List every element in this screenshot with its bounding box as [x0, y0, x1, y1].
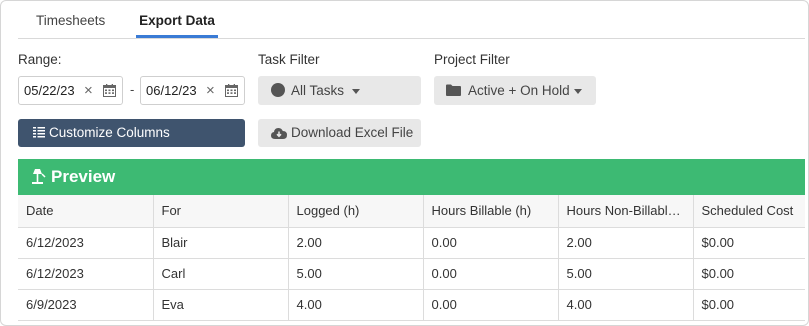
cell-scheduled-cost: $0.00 — [693, 258, 805, 290]
column-header-date[interactable]: Date — [18, 195, 154, 228]
start-date-input[interactable]: 05/22/23 × — [18, 76, 123, 105]
task-filter-value: All Tasks — [291, 83, 345, 98]
task-filter-label: Task Filter — [258, 52, 320, 67]
lamp-icon — [32, 169, 46, 184]
project-filter-dropdown[interactable]: Active + On Hold — [434, 76, 596, 105]
column-header-logged[interactable]: Logged (h) — [288, 195, 424, 228]
download-excel-button[interactable]: Download Excel File — [258, 119, 421, 147]
cell-scheduled-cost: $0.00 — [693, 227, 805, 259]
cloud-download-icon — [271, 128, 287, 139]
tab-timesheets[interactable]: Timesheets — [36, 13, 105, 39]
clear-start-date-icon[interactable]: × — [84, 82, 93, 99]
range-label: Range: — [18, 52, 62, 67]
export-data-panel: Timesheets Export Data Range: Task Filte… — [0, 0, 809, 326]
cell-logged: 5.00 — [288, 258, 424, 290]
cell-for: Carl — [153, 258, 289, 290]
clear-end-date-icon[interactable]: × — [206, 82, 215, 99]
calendar-icon[interactable] — [103, 84, 116, 97]
range-separator: - — [130, 82, 135, 97]
customize-columns-label: Customize Columns — [49, 125, 170, 140]
cell-hours-non-billable: 2.00 — [558, 227, 694, 259]
column-header-for[interactable]: For — [153, 195, 289, 228]
table-row: 6/12/2023 Blair 2.00 0.00 2.00 $0.00 — [18, 227, 805, 259]
end-date-input[interactable]: 06/12/23 × — [140, 76, 245, 105]
table-header-row: Date For Logged (h) Hours Billable (h) H… — [18, 195, 805, 228]
cell-hours-non-billable: 4.00 — [558, 289, 694, 321]
chevron-down-icon — [574, 89, 582, 94]
cell-date: 6/12/2023 — [18, 227, 154, 259]
calendar-icon[interactable] — [225, 84, 238, 97]
customize-columns-button[interactable]: Customize Columns — [18, 119, 245, 147]
preview-table: Date For Logged (h) Hours Billable (h) H… — [18, 195, 805, 321]
download-excel-label: Download Excel File — [291, 125, 414, 140]
cell-hours-non-billable: 5.00 — [558, 258, 694, 290]
folder-icon — [446, 84, 461, 96]
cell-hours-billable: 0.00 — [423, 289, 559, 321]
cell-for: Blair — [153, 227, 289, 259]
tab-bar: Timesheets Export Data — [18, 1, 805, 39]
task-filter-dropdown[interactable]: All Tasks — [258, 76, 421, 105]
cell-date: 6/9/2023 — [18, 289, 154, 321]
active-tab-indicator — [136, 35, 218, 38]
circle-icon — [271, 83, 285, 97]
preview-title: Preview — [51, 167, 116, 186]
cell-hours-billable: 0.00 — [423, 227, 559, 259]
columns-icon — [33, 127, 45, 138]
preview-header: Preview — [18, 159, 805, 195]
project-filter-value: Active + On Hold — [468, 83, 570, 98]
table-row: 6/9/2023 Eva 4.00 0.00 4.00 $0.00 — [18, 289, 805, 321]
column-header-hours-non-billable[interactable]: Hours Non-Billable (h) — [558, 195, 694, 228]
cell-logged: 4.00 — [288, 289, 424, 321]
chevron-down-icon — [352, 89, 360, 94]
cell-logged: 2.00 — [288, 227, 424, 259]
start-date-value: 05/22/23 — [24, 83, 75, 98]
cell-scheduled-cost: $0.00 — [693, 289, 805, 321]
cell-hours-billable: 0.00 — [423, 258, 559, 290]
project-filter-label: Project Filter — [434, 52, 510, 67]
column-header-scheduled-cost[interactable]: Scheduled Cost — [693, 195, 805, 228]
end-date-value: 06/12/23 — [146, 83, 197, 98]
cell-for: Eva — [153, 289, 289, 321]
column-header-hours-billable[interactable]: Hours Billable (h) — [423, 195, 559, 228]
cell-date: 6/12/2023 — [18, 258, 154, 290]
table-row: 6/12/2023 Carl 5.00 0.00 5.00 $0.00 — [18, 258, 805, 290]
